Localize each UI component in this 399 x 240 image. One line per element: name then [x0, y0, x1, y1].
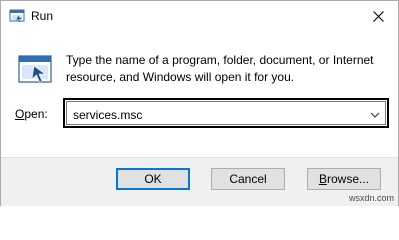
close-button[interactable] — [358, 1, 398, 32]
open-input[interactable]: services.msc — [73, 108, 142, 122]
open-input-frame: services.msc — [66, 101, 386, 125]
run-icon — [18, 55, 52, 83]
open-combobox[interactable]: services.msc — [63, 98, 389, 128]
open-label-accelerator: O — [15, 107, 25, 121]
watermark: wsxdn.com — [348, 193, 394, 203]
button-bar: OK Cancel Browse... wsxdn.com — [1, 157, 398, 206]
chevron-down-icon[interactable] — [369, 109, 381, 121]
close-icon — [372, 11, 384, 22]
description-line-1: Type the name of a program, folder, docu… — [66, 53, 374, 67]
run-dialog: Run Type the name of a program, folder, … — [0, 0, 399, 206]
description-line-2: resource, and Windows will open it for y… — [66, 70, 295, 84]
window-title: Run — [31, 9, 54, 23]
ok-button[interactable]: OK — [116, 168, 190, 190]
open-label-text: pen: — [24, 107, 48, 121]
browse-button[interactable]: Browse... — [307, 168, 381, 190]
description-text: Type the name of a program, folder, docu… — [66, 52, 386, 86]
run-icon — [9, 9, 25, 22]
open-label: Open: — [15, 107, 48, 121]
browse-accelerator: B — [318, 172, 327, 186]
title-bar[interactable]: Run — [1, 1, 398, 32]
browse-label: rowse... — [327, 172, 370, 186]
cancel-button[interactable]: Cancel — [211, 168, 285, 190]
dialog-content: Type the name of a program, folder, docu… — [1, 32, 398, 157]
